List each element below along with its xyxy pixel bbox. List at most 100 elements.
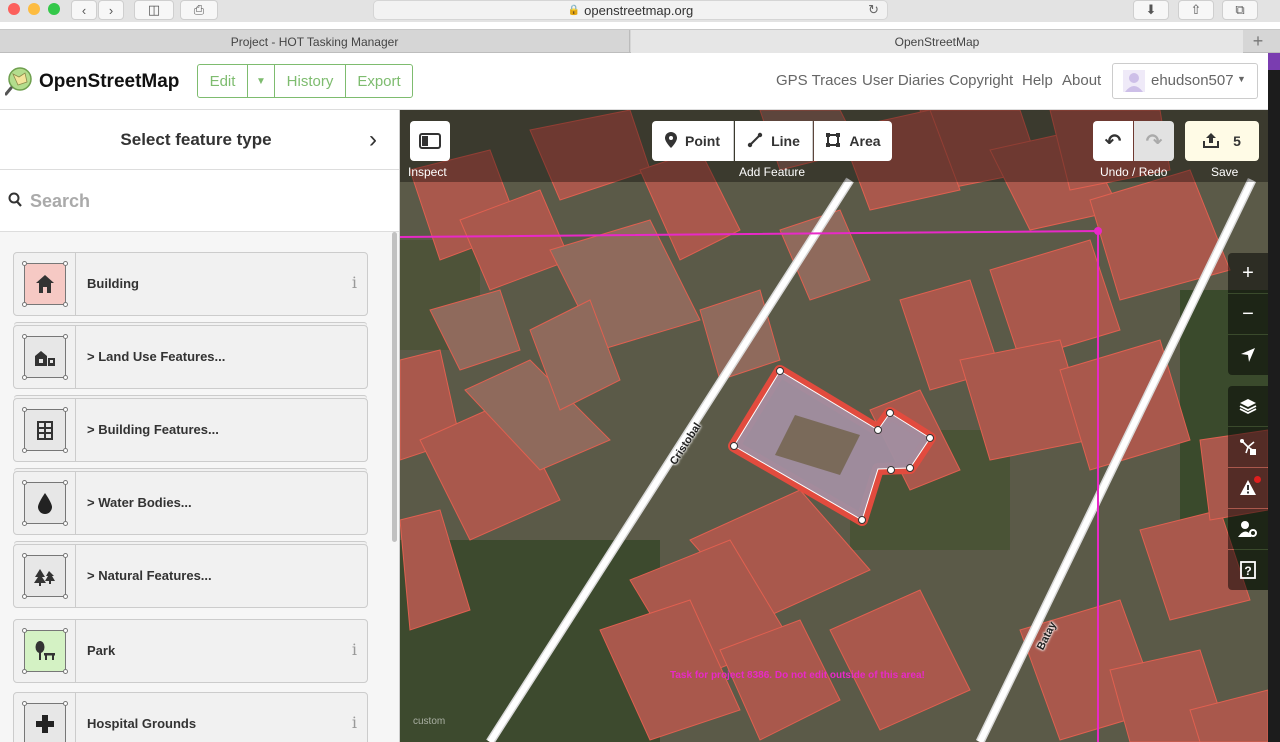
user-settings-icon bbox=[1238, 521, 1257, 537]
map-canvas[interactable]: Cristobal Batay Inspect Point Line Area … bbox=[400, 110, 1268, 742]
reload-icon[interactable]: ↻ bbox=[868, 2, 879, 18]
hospital-icon bbox=[24, 703, 66, 742]
tab-label: OpenStreetMap bbox=[894, 34, 980, 49]
help-icon: ? bbox=[1240, 561, 1256, 579]
preset-label: > Building Features... bbox=[87, 422, 219, 437]
minimize-window-button[interactable] bbox=[28, 3, 40, 15]
category-label: Building Features... bbox=[98, 422, 219, 437]
address-bar[interactable]: 🔒 openstreetmap.org ↻ bbox=[373, 0, 888, 20]
preset-icon-box bbox=[14, 253, 76, 315]
minus-icon: − bbox=[1242, 302, 1254, 325]
inspect-button[interactable] bbox=[410, 121, 450, 161]
sidebar-header: Select feature type › bbox=[0, 110, 399, 170]
forward-button[interactable]: › bbox=[98, 0, 124, 20]
add-area-button[interactable]: Area bbox=[814, 121, 892, 161]
preset-category-water[interactable]: > Water Bodies... bbox=[13, 471, 368, 535]
redo-button[interactable]: ↷ bbox=[1134, 121, 1174, 161]
nav-about[interactable]: About bbox=[1062, 72, 1101, 89]
share-icon[interactable]: ⇧ bbox=[1178, 0, 1214, 20]
osm-logo-icon[interactable] bbox=[5, 66, 35, 96]
geolocate-button[interactable] bbox=[1228, 335, 1268, 375]
satellite-imagery[interactable] bbox=[400, 110, 1268, 742]
map-top-toolbar: Inspect Point Line Area Add Feature ↶ ↷ … bbox=[400, 110, 1268, 182]
caret-down-icon: ▼ bbox=[1237, 74, 1246, 84]
window-edge-accent bbox=[1268, 53, 1280, 70]
area-label: Area bbox=[849, 133, 881, 149]
natural-icon bbox=[24, 555, 66, 597]
zoom-out-button[interactable]: − bbox=[1228, 294, 1268, 334]
user-menu[interactable]: ehudson507 ▼ bbox=[1112, 63, 1258, 99]
new-tab-button[interactable]: + bbox=[1244, 30, 1272, 53]
help-button[interactable]: ? bbox=[1228, 550, 1268, 590]
info-icon[interactable]: i bbox=[352, 640, 357, 659]
search-icon bbox=[8, 192, 22, 207]
edit-button[interactable]: Edit bbox=[197, 64, 248, 98]
chevron-right-icon[interactable]: › bbox=[369, 126, 377, 154]
tab-openstreetmap[interactable]: OpenStreetMap bbox=[631, 30, 1243, 53]
redo-icon: ↷ bbox=[1145, 130, 1163, 153]
background-settings-button[interactable] bbox=[1228, 386, 1268, 426]
nav-user-diaries[interactable]: User Diaries bbox=[862, 72, 945, 89]
preset-icon-box bbox=[14, 399, 76, 461]
category-label: Natural Features... bbox=[98, 568, 212, 583]
preset-category-landuse[interactable]: > Land Use Features... bbox=[13, 325, 368, 389]
preset-label: Hospital Grounds bbox=[87, 716, 197, 731]
history-label: History bbox=[286, 72, 334, 90]
preset-icon-box bbox=[14, 693, 76, 742]
history-button[interactable]: History bbox=[274, 64, 346, 98]
water-drop-icon bbox=[24, 482, 66, 524]
undo-button[interactable]: ↶ bbox=[1093, 121, 1133, 161]
save-button[interactable]: 5 bbox=[1185, 121, 1259, 161]
add-line-button[interactable]: Line bbox=[735, 121, 813, 161]
zoom-window-button[interactable] bbox=[48, 3, 60, 15]
map-data-button[interactable] bbox=[1228, 427, 1268, 467]
preset-label: > Natural Features... bbox=[87, 568, 212, 583]
tabs-overview-icon[interactable]: ⧉ bbox=[1222, 0, 1258, 20]
preset-park[interactable]: Park i bbox=[13, 619, 368, 683]
info-icon[interactable]: i bbox=[352, 273, 357, 292]
edit-dropdown-button[interactable]: ▼ bbox=[247, 64, 275, 98]
undo-icon: ↶ bbox=[1104, 130, 1122, 153]
preset-search bbox=[0, 170, 399, 232]
preset-label: Building bbox=[87, 276, 139, 291]
lock-icon: 🔒 bbox=[567, 4, 581, 16]
park-icon bbox=[24, 630, 66, 672]
zoom-in-button[interactable]: + bbox=[1228, 253, 1268, 293]
preset-category-building-features[interactable]: > Building Features... bbox=[13, 398, 368, 462]
sidebar-toggle-icon[interactable]: ◫ bbox=[134, 0, 174, 20]
export-button[interactable]: Export bbox=[345, 64, 413, 98]
print-icon[interactable]: ⎙ bbox=[180, 0, 218, 20]
location-arrow-icon bbox=[1241, 348, 1255, 362]
preset-icon-box bbox=[14, 620, 76, 682]
brand-name[interactable]: OpenStreetMap bbox=[39, 71, 179, 93]
preset-category-natural[interactable]: > Natural Features... bbox=[13, 544, 368, 608]
nav-gps-traces[interactable]: GPS Traces bbox=[776, 72, 857, 89]
caret-down-icon: ▼ bbox=[256, 75, 266, 87]
preset-icon-box bbox=[14, 545, 76, 607]
preset-building[interactable]: Building i bbox=[13, 252, 368, 316]
info-icon[interactable]: i bbox=[352, 713, 357, 732]
issues-button[interactable] bbox=[1228, 468, 1268, 508]
download-icon[interactable]: ⬇ bbox=[1133, 0, 1169, 20]
preset-hospital-grounds[interactable]: Hospital Grounds i bbox=[13, 692, 368, 742]
back-button[interactable]: ‹ bbox=[71, 0, 97, 20]
add-point-button[interactable]: Point bbox=[652, 121, 734, 161]
preferences-button[interactable] bbox=[1228, 509, 1268, 549]
tab-tasking-manager[interactable]: Project - HOT Tasking Manager bbox=[0, 30, 630, 53]
search-input[interactable] bbox=[30, 186, 380, 216]
sidebar-title: Select feature type bbox=[120, 130, 272, 149]
edit-label: Edit bbox=[209, 72, 236, 90]
landuse-icon bbox=[24, 336, 66, 378]
nav-help[interactable]: Help bbox=[1022, 72, 1053, 89]
close-window-button[interactable] bbox=[8, 3, 20, 15]
upload-icon bbox=[1203, 132, 1220, 151]
preset-icon-box bbox=[14, 472, 76, 534]
issue-indicator bbox=[1254, 476, 1261, 483]
layers-icon bbox=[1239, 399, 1257, 415]
undo-redo-caption: Undo / Redo bbox=[1100, 165, 1168, 179]
tab-label: Project - HOT Tasking Manager bbox=[230, 34, 399, 49]
preset-icon-box bbox=[14, 326, 76, 388]
sidebar-scrollbar[interactable] bbox=[392, 232, 397, 542]
nav-copyright[interactable]: Copyright bbox=[949, 72, 1013, 89]
inspect-caption: Inspect bbox=[408, 165, 447, 179]
